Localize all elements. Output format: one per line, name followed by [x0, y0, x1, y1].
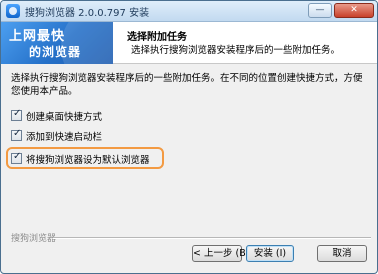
- installer-window: 搜狗浏览器 2.0.0.797 安装 — ✕ 上网最快 的浏览器 选择附加任务 …: [0, 0, 378, 274]
- option-label[interactable]: 将搜狗浏览器设为默认浏览器: [26, 152, 150, 166]
- footer-divider: [53, 237, 371, 239]
- brand-logo: 上网最快 的浏览器: [1, 22, 113, 64]
- step-title: 选择附加任务: [127, 32, 187, 43]
- title-bar[interactable]: 搜狗浏览器 2.0.0.797 安装 — ✕: [1, 1, 377, 22]
- install-button[interactable]: 安装 (I): [246, 245, 294, 262]
- window-title: 搜狗浏览器 2.0.0.797 安装: [25, 8, 150, 19]
- checkmark-icon: ✓: [13, 128, 22, 139]
- back-button[interactable]: < 上一步 (B): [192, 245, 249, 262]
- logo-slogan-line2: 的浏览器: [29, 45, 82, 59]
- checkbox-default-browser[interactable]: ✓: [11, 151, 22, 164]
- checkmark-icon: ✓: [13, 151, 22, 162]
- wizard-header: 上网最快 的浏览器 选择附加任务 选择执行搜狗浏览器安装程序后的一些附加任务。: [1, 22, 377, 64]
- app-icon: [6, 4, 20, 18]
- minimize-button[interactable]: —: [308, 3, 332, 18]
- checkbox-quick-launch[interactable]: ✓: [11, 128, 22, 141]
- step-description: 选择执行搜狗浏览器安装程序后的一些附加任务。: [131, 45, 341, 56]
- checkbox-desktop-shortcut[interactable]: ✓: [11, 108, 22, 121]
- option-label[interactable]: 创建桌面快捷方式: [26, 109, 102, 123]
- logo-slogan-line1: 上网最快: [9, 29, 66, 44]
- cancel-button[interactable]: 取消: [317, 245, 367, 262]
- instructions-text: 选择执行搜狗浏览器安装程序后的一些附加任务。在不同的位置创建快捷方式，方便您使用…: [11, 73, 363, 97]
- close-button[interactable]: ✕: [334, 3, 374, 18]
- option-label[interactable]: 添加到快速启动栏: [26, 129, 102, 143]
- checkmark-icon: ✓: [13, 108, 22, 119]
- footer-brand: 搜狗浏览器: [11, 234, 57, 244]
